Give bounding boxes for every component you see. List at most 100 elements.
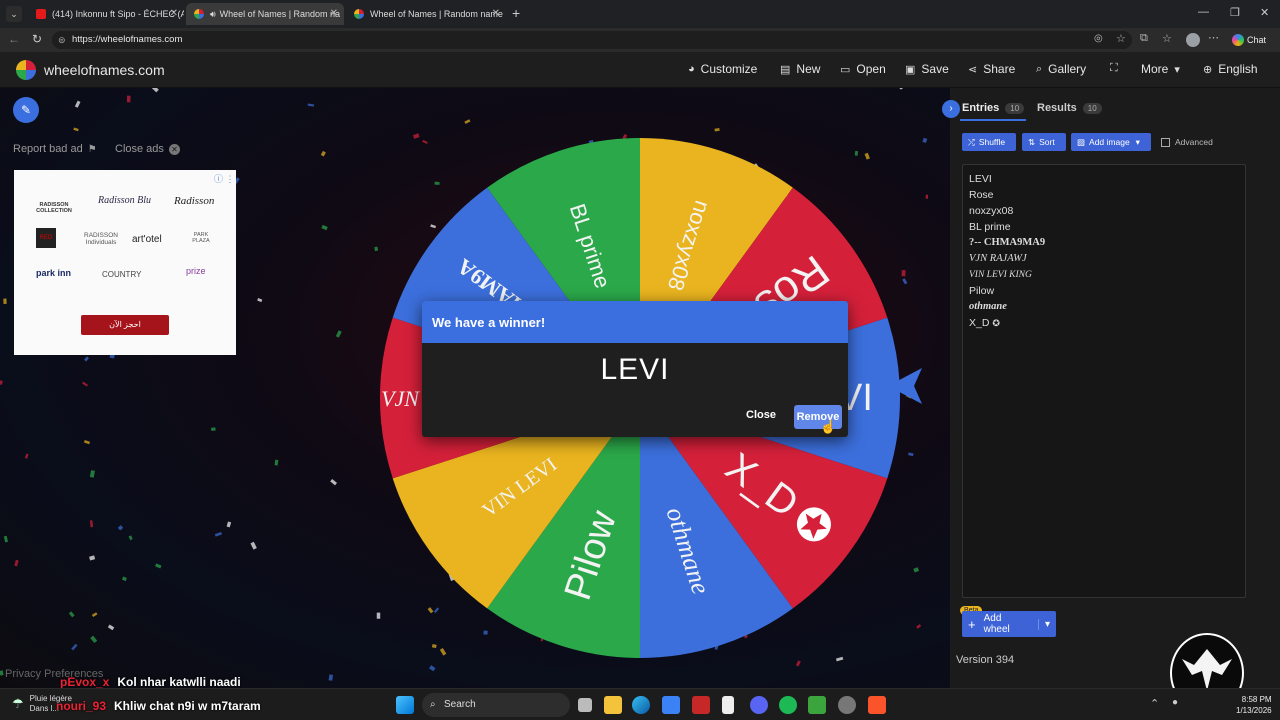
notepad-icon[interactable] <box>722 696 734 714</box>
ad-info-icon[interactable]: ⓘ ⋮ <box>214 172 235 185</box>
sort-button[interactable]: ⇅ Sort <box>1022 133 1066 151</box>
close-ads-link[interactable]: Close ads ✕ <box>115 143 180 155</box>
shuffle-label: Shuffle <box>978 137 1006 147</box>
close-icon[interactable]: ✕ <box>330 8 338 19</box>
copilot-chat-button[interactable]: Chat <box>1232 31 1266 49</box>
close-ads-label: Close ads <box>115 143 164 155</box>
clock[interactable]: 8:58 PM 1/13/2026 <box>1236 694 1272 716</box>
task-view-icon[interactable] <box>578 698 592 712</box>
entries-textarea[interactable]: LEVI Rose noxzyx08 BL prime ?-- CHMA9MA9… <box>962 164 1246 598</box>
entries-count-badge: 10 <box>1005 102 1025 114</box>
browser-tab-youtube[interactable]: (414) Inkonnu ft Sipo - ÉCHEC (AL ✕ <box>28 3 184 25</box>
tab-title: Wheel of Names | Random na <box>219 9 341 19</box>
chevron-down-icon: ▾ <box>1135 136 1140 147</box>
spotify-icon[interactable] <box>779 696 797 714</box>
close-window-icon[interactable]: ✕ <box>1260 6 1269 19</box>
checkbox-icon <box>1161 137 1170 147</box>
windows-start-icon[interactable] <box>396 696 414 714</box>
favorites-icon[interactable]: ☆ <box>1162 32 1172 45</box>
entry-line: VIN LEVI KING <box>969 270 1032 280</box>
brave-icon[interactable] <box>868 696 886 714</box>
new-tab-icon[interactable]: + <box>512 5 520 21</box>
save-button[interactable]: ▣ Save <box>905 62 949 76</box>
sort-label: Sort <box>1039 137 1055 147</box>
refresh-icon[interactable]: ↻ <box>32 32 42 46</box>
open-button[interactable]: ▭ Open <box>840 62 886 76</box>
version-text: Version 394 <box>956 654 1015 666</box>
collections-icon[interactable]: ⋯ <box>1208 31 1219 44</box>
sort-icon: ⇅ <box>1028 136 1036 147</box>
confetti-piece <box>91 612 98 617</box>
store-icon[interactable] <box>662 696 680 714</box>
fullscreen-button[interactable]: ⛶ <box>1110 62 1118 75</box>
wheel-favicon-icon <box>354 9 364 19</box>
advertisement[interactable]: ⓘ ⋮ RADISSON COLLECTION Radisson Blu Rad… <box>14 170 236 355</box>
entry-line: ?-- CHMA9MA9 <box>969 237 1046 248</box>
steam-icon[interactable] <box>838 696 856 714</box>
back-icon[interactable]: ← <box>8 32 20 46</box>
play-icon[interactable] <box>808 696 826 714</box>
ad-brand-radisson-blu: Radisson Blu <box>98 195 152 206</box>
confetti-piece <box>73 127 79 132</box>
close-icon[interactable]: ✕ <box>492 8 500 19</box>
close-button[interactable]: Close <box>746 409 776 421</box>
minimize-icon[interactable]: — <box>1198 6 1209 18</box>
shuffle-button[interactable]: ⤮ Shuffle <box>962 133 1016 151</box>
more-button[interactable]: More ▾ <box>1141 62 1180 76</box>
profile-avatar[interactable] <box>1186 33 1200 47</box>
share-button[interactable]: ⋖ Share <box>968 62 1015 76</box>
confetti-piece <box>83 440 91 445</box>
confetti-piece <box>68 611 75 618</box>
site-logo[interactable] <box>16 60 36 80</box>
confetti-piece <box>82 381 88 387</box>
favorite-star-icon[interactable]: ☆ <box>1116 32 1126 45</box>
confetti-piece <box>89 520 94 528</box>
taskbar-search[interactable]: ⌕ Search <box>422 693 570 717</box>
new-button[interactable]: ▤ New <box>780 62 820 76</box>
restore-icon[interactable]: ❐ <box>1230 6 1240 19</box>
extensions-icon[interactable]: ⧉ <box>1140 32 1148 45</box>
confetti-piece <box>89 555 96 561</box>
add-image-button[interactable]: ▨ Add image ▾ <box>1071 133 1151 151</box>
app-icon[interactable] <box>692 696 710 714</box>
edge-icon[interactable] <box>632 696 650 714</box>
confetti-piece <box>226 521 232 528</box>
chevron-down-icon: ▾ <box>1037 618 1050 630</box>
gallery-button[interactable]: ⌕ Gallery <box>1036 62 1086 76</box>
add-wheel-button[interactable]: + Add wheel ▾ <box>962 611 1056 637</box>
tray-chevron-icon[interactable]: ⌃ <box>1150 697 1159 710</box>
microphone-icon[interactable]: ● <box>1172 697 1178 708</box>
close-icon[interactable]: ✕ <box>170 8 178 19</box>
customize-button[interactable]: ◕ Customize <box>688 62 757 76</box>
search-icon: ⌕ <box>1036 62 1043 75</box>
speaker-icon[interactable]: 🔊︎ <box>210 9 216 20</box>
site-info-icon[interactable]: ⊜ <box>58 31 66 49</box>
discord-icon[interactable] <box>750 696 768 714</box>
browser-tab-active[interactable]: 🔊︎ Wheel of Names | Random na ✕ <box>186 3 344 25</box>
save-icon: ▣ <box>905 63 916 76</box>
wheel-label-vjn: VJN <box>381 386 420 411</box>
language-button[interactable]: ⊕ English <box>1203 62 1258 76</box>
tab-list-dropdown-icon[interactable]: ⌄ <box>6 6 22 22</box>
shuffle-icon: ⤮ <box>968 136 975 147</box>
browser-tab-3[interactable]: Wheel of Names | Random name p ✕ <box>346 3 506 25</box>
tab-entries[interactable]: Entries 10 <box>962 102 1025 114</box>
confetti-piece <box>274 459 279 466</box>
chat-label: Chat <box>1247 35 1267 45</box>
site-name[interactable]: wheelofnames.com <box>44 62 165 78</box>
edit-pencil-button[interactable]: ✎ <box>13 97 39 123</box>
mouse-cursor-icon: ☝ <box>820 419 837 434</box>
tab-entries-label: Entries <box>962 102 1000 114</box>
ad-cta-button[interactable]: احجز الآن <box>81 315 169 335</box>
ad-brand-prize: prize <box>186 266 206 276</box>
share-label: Share <box>983 62 1016 76</box>
chat-message: pEvox_x Kol nhar katwlli naadi <box>60 675 241 689</box>
url-field[interactable]: ⊜ https://wheelofnames.com <box>52 31 1132 49</box>
file-explorer-icon[interactable] <box>604 696 622 714</box>
confetti-piece <box>128 535 133 541</box>
tab-results[interactable]: Results 10 <box>1037 102 1102 114</box>
advanced-checkbox[interactable]: Advanced <box>1161 137 1213 147</box>
report-bad-ad-link[interactable]: Report bad ad ⚑ <box>13 143 97 155</box>
reader-icon[interactable]: ◎ <box>1094 33 1103 44</box>
collapse-panel-icon[interactable]: › <box>942 100 960 118</box>
